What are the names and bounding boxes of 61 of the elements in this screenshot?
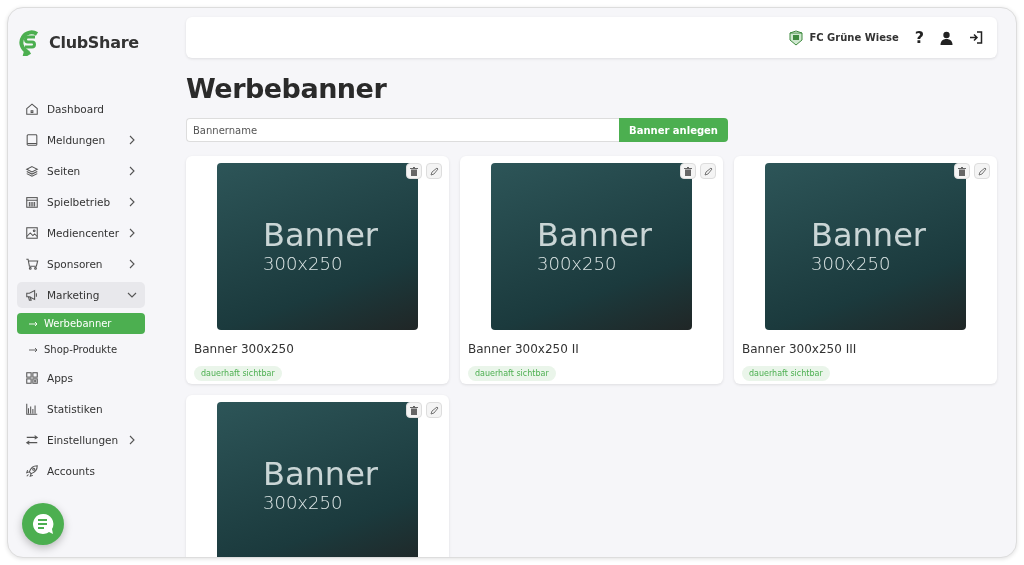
- delete-button[interactable]: [406, 163, 422, 179]
- sidebar-item[interactable]: Sponsoren: [17, 251, 145, 277]
- edit-button[interactable]: [974, 163, 990, 179]
- sidebar-item[interactable]: Spielbetrieb: [17, 189, 145, 215]
- user-icon[interactable]: [940, 30, 953, 45]
- image-icon: [25, 226, 39, 240]
- trash-icon: [958, 166, 966, 176]
- delete-button[interactable]: [954, 163, 970, 179]
- cart-icon: [25, 257, 39, 271]
- sliders-icon: [25, 433, 39, 447]
- banner-name-field[interactable]: Bannername: [186, 118, 620, 142]
- trash-icon: [410, 166, 418, 176]
- sidebar-item[interactable]: Accounts: [17, 458, 145, 484]
- club-name[interactable]: FC Grüne Wiese: [809, 32, 899, 43]
- banner-image: Banner 300x250: [765, 163, 966, 330]
- pencil-icon: [429, 166, 439, 176]
- banner-name: Banner 300x250 II: [468, 342, 580, 356]
- banner-name: Banner 300x250 III: [742, 342, 858, 356]
- sidebar-item[interactable]: Einstellungen: [17, 427, 145, 453]
- logout-icon[interactable]: [969, 31, 983, 44]
- arrow-icon: [29, 320, 38, 327]
- page-title: Werbebanner: [186, 73, 388, 104]
- calendar-icon: [25, 195, 39, 209]
- club-crest-icon: [789, 29, 804, 46]
- banner-image: Banner 300x250: [491, 163, 692, 330]
- visibility-tag: dauerhaft sichtbar: [194, 366, 282, 381]
- layers-icon: [25, 164, 39, 178]
- edit-button[interactable]: [700, 163, 716, 179]
- sidebar-item[interactable]: Marketing: [17, 282, 145, 308]
- sidebar-item[interactable]: Seiten: [17, 158, 145, 184]
- trash-icon: [410, 405, 418, 415]
- delete-button[interactable]: [680, 163, 696, 179]
- chart-icon: [25, 402, 39, 416]
- banner-name: Banner 300x250: [194, 342, 295, 356]
- home-icon: [25, 102, 39, 116]
- sidebar-item[interactable]: Apps: [17, 365, 145, 391]
- delete-button[interactable]: [406, 402, 422, 418]
- megaphone-icon: [25, 288, 39, 302]
- edit-button[interactable]: [426, 402, 442, 418]
- sidebar-item[interactable]: Mediencenter: [17, 220, 145, 246]
- chat-icon: [31, 512, 55, 536]
- pencil-icon: [429, 405, 439, 415]
- visibility-tag: dauerhaft sichtbar: [468, 366, 556, 381]
- sidebar-item[interactable]: Dashboard: [17, 96, 145, 122]
- banner-image: Banner 300x250: [217, 402, 418, 557]
- edit-button[interactable]: [426, 163, 442, 179]
- pencil-icon: [703, 166, 713, 176]
- visibility-tag: dauerhaft sichtbar: [742, 366, 830, 381]
- pencil-icon: [977, 166, 987, 176]
- banner-image: Banner 300x250: [217, 163, 418, 330]
- sidebar-item[interactable]: Statistiken: [17, 396, 145, 422]
- rocket-icon: [25, 464, 39, 478]
- help-button[interactable]: ?: [914, 28, 924, 47]
- apps-icon: [25, 371, 39, 385]
- chat-button[interactable]: [22, 503, 64, 545]
- brand-name: ClubShare: [49, 32, 139, 52]
- trash-icon: [684, 166, 692, 176]
- book-icon: [25, 133, 39, 147]
- sidebar-item[interactable]: Meldungen: [17, 127, 145, 153]
- arrow-icon: [29, 346, 38, 353]
- sidebar-subitem[interactable]: Shop-Produkte: [17, 339, 145, 360]
